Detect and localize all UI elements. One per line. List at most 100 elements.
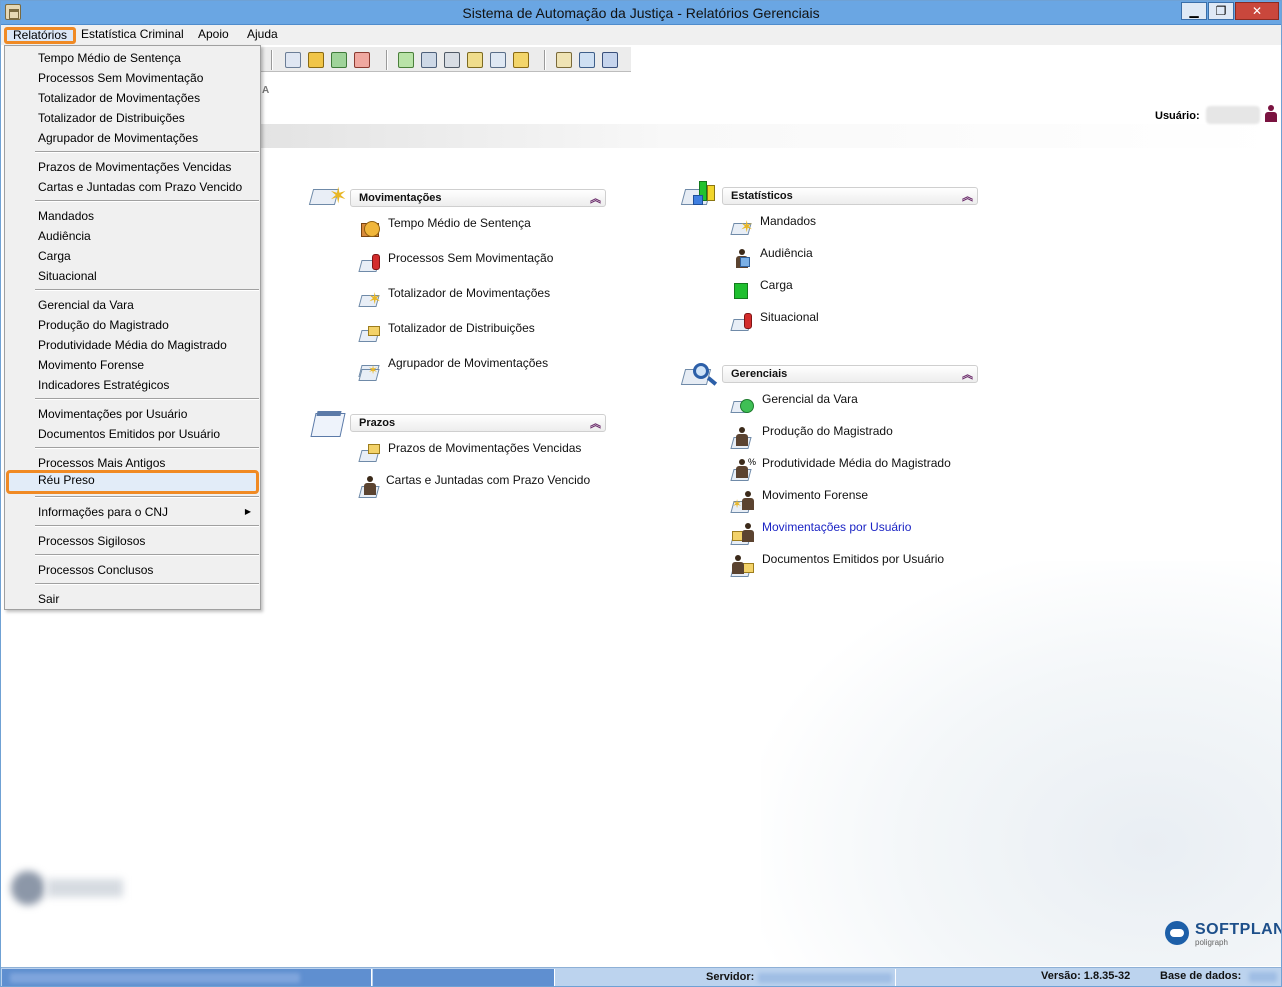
panel-title: Estatísticos — [731, 190, 793, 202]
maximize-button[interactable]: ❐ — [1208, 2, 1234, 20]
link-audiencia[interactable]: Audiência — [730, 245, 970, 271]
menu-separator — [35, 554, 259, 556]
menu-item-prazos-movimentacoes-vencidas[interactable]: Prazos de Movimentações Vencidas — [6, 157, 259, 177]
link-carga[interactable]: Carga — [730, 277, 970, 303]
link-movimentacoes-por-usuario[interactable]: Movimentações por Usuário — [730, 519, 990, 545]
checklist-icon[interactable] — [444, 52, 460, 68]
user-document-icon — [730, 553, 756, 577]
gear-report-icon[interactable] — [398, 52, 414, 68]
menu-estatistica-criminal[interactable]: Estatística Criminal — [75, 27, 190, 44]
status-panel-servidor: Servidor: — [556, 969, 896, 986]
edit-document-icon[interactable] — [556, 52, 572, 68]
menu-item-tempo-medio-sentenca[interactable]: Tempo Médio de Sentença — [6, 48, 259, 68]
print-preview-icon[interactable] — [602, 52, 618, 68]
minimize-button[interactable]: ▁ — [1181, 2, 1207, 20]
panel-title: Movimentações — [359, 192, 442, 204]
title-bar[interactable]: Sistema de Automação da Justiça - Relató… — [1, 1, 1281, 25]
report-icon[interactable] — [331, 52, 347, 68]
menu-relatorios[interactable]: Relatórios — [4, 27, 77, 44]
menu-item-processos-sem-movimentacao[interactable]: Processos Sem Movimentação — [6, 68, 259, 88]
menu-item-gerencial-vara[interactable]: Gerencial da Vara — [6, 295, 259, 315]
clock-folder-icon — [358, 217, 384, 241]
link-agrupador-movimentacoes[interactable]: ✶ Agrupador de Movimentações — [358, 355, 618, 381]
menu-item-mandados[interactable]: Mandados — [6, 206, 259, 226]
link-situacional[interactable]: Situacional — [730, 309, 970, 335]
link-tempo-medio-sentenca[interactable]: Tempo Médio de Sentença — [358, 215, 618, 241]
alert-report-icon[interactable] — [354, 52, 370, 68]
database-value-redacted — [1249, 972, 1277, 982]
menu-item-produtividade-media-magistrado[interactable]: Produtividade Média do Magistrado — [6, 335, 259, 355]
menu-item-totalizador-movimentacoes[interactable]: Totalizador de Movimentações — [6, 88, 259, 108]
background-decoration — [761, 561, 1281, 966]
envelope-icon[interactable] — [285, 52, 301, 68]
menu-separator — [35, 200, 259, 202]
stack-icon[interactable] — [421, 52, 437, 68]
panel-title: Prazos — [359, 417, 396, 429]
link-prazos-movimentacoes-vencidas[interactable]: Prazos de Movimentações Vencidas — [358, 440, 618, 466]
toolbar — [261, 46, 631, 72]
prazos-panel-header[interactable]: Prazos ︽ — [350, 414, 606, 432]
status-database-label: Base de dados: — [1160, 970, 1242, 982]
close-button[interactable]: ✕ — [1235, 2, 1279, 20]
menu-item-sair[interactable]: Sair — [6, 589, 259, 609]
menu-item-audiencia[interactable]: Audiência — [6, 226, 259, 246]
movimentacoes-panel-header[interactable]: Movimentações ︽ — [350, 189, 606, 207]
stop-document-icon — [730, 311, 756, 335]
menu-separator — [35, 398, 259, 400]
menu-item-indicadores-estrategicos[interactable]: Indicadores Estratégicos — [6, 375, 259, 395]
link-processos-sem-movimentacao[interactable]: Processos Sem Movimentação — [358, 250, 618, 276]
user-label: Usuário: — [1155, 110, 1200, 122]
menu-separator — [35, 289, 259, 291]
menu-item-situacional[interactable]: Situacional — [6, 266, 259, 286]
user-document-icon[interactable] — [467, 52, 483, 68]
collapse-icon[interactable]: ︽ — [590, 190, 601, 206]
link-totalizador-movimentacoes[interactable]: ✶ Totalizador de Movimentações — [358, 285, 618, 311]
menu-ajuda[interactable]: Ajuda — [241, 27, 284, 44]
user-icon[interactable] — [1264, 105, 1278, 123]
menu-separator — [35, 496, 259, 498]
document-group-icon[interactable] — [490, 52, 506, 68]
menu-item-movimento-forense[interactable]: Movimento Forense — [6, 355, 259, 375]
people-group-icon[interactable] — [513, 52, 529, 68]
toolbar-separator — [386, 50, 388, 70]
link-totalizador-distribuicoes[interactable]: Totalizador de Distribuições — [358, 320, 618, 346]
window-title: Sistema de Automação da Justiça - Relató… — [462, 5, 820, 21]
menu-item-producao-magistrado[interactable]: Produção do Magistrado — [6, 315, 259, 335]
menu-separator — [35, 151, 259, 153]
estatisticos-panel-header[interactable]: Estatísticos ︽ — [722, 187, 978, 205]
menu-item-documentos-emitidos-usuario[interactable]: Documentos Emitidos por Usuário — [6, 424, 259, 444]
menu-bar: Relatórios Estatística Criminal Apoio Aj… — [1, 25, 1281, 45]
menu-item-carga[interactable]: Carga — [6, 246, 259, 266]
menu-separator — [35, 583, 259, 585]
link-movimento-forense[interactable]: ✶ Movimento Forense — [730, 487, 990, 513]
window-icon[interactable] — [579, 52, 595, 68]
menu-item-cartas-juntadas-prazo-vencido[interactable]: Cartas e Juntadas com Prazo Vencido — [6, 177, 259, 197]
gerenciais-panel-header[interactable]: Gerenciais ︽ — [722, 365, 978, 383]
people-icon[interactable] — [308, 52, 324, 68]
menu-apoio[interactable]: Apoio — [192, 27, 235, 44]
link-cartas-juntadas-prazo-vencido[interactable]: Cartas e Juntadas com Prazo Vencido — [358, 472, 618, 498]
expired-document-icon — [358, 442, 384, 466]
link-producao-magistrado[interactable]: Produção do Magistrado — [730, 423, 990, 449]
toolbar-separator — [544, 50, 546, 70]
collapse-icon[interactable]: ︽ — [590, 415, 601, 431]
menu-item-informacoes-cnj[interactable]: Informações para o CNJ ▶ — [6, 502, 259, 522]
menu-item-processos-sigilosos[interactable]: Processos Sigilosos — [6, 531, 259, 551]
link-documentos-emitidos-usuario[interactable]: Documentos Emitidos por Usuário — [730, 551, 990, 577]
menu-item-movimentacoes-por-usuario[interactable]: Movimentações por Usuário — [6, 404, 259, 424]
person-cube-icon — [730, 247, 756, 271]
stacked-documents-icon: ✶ — [358, 357, 384, 381]
link-gerencial-vara[interactable]: Gerencial da Vara — [730, 391, 990, 417]
menu-item-agrupador-movimentacoes[interactable]: Agrupador de Movimentações — [6, 128, 259, 148]
menu-item-reu-preso[interactable]: Réu Preso — [6, 470, 259, 494]
app-window: Sistema de Automação da Justiça - Relató… — [0, 0, 1282, 987]
link-mandados[interactable]: ✶ Mandados — [730, 213, 970, 239]
stop-document-icon — [358, 252, 384, 276]
blurred-logo — [7, 867, 127, 909]
status-panel-empty — [373, 969, 555, 986]
link-produtividade-media-magistrado[interactable]: % Produtividade Média do Magistrado — [730, 455, 990, 481]
collapse-icon[interactable]: ︽ — [962, 188, 973, 204]
collapse-icon[interactable]: ︽ — [962, 366, 973, 382]
menu-item-processos-conclusos[interactable]: Processos Conclusos — [6, 560, 259, 580]
menu-item-totalizador-distribuicoes[interactable]: Totalizador de Distribuições — [6, 108, 259, 128]
